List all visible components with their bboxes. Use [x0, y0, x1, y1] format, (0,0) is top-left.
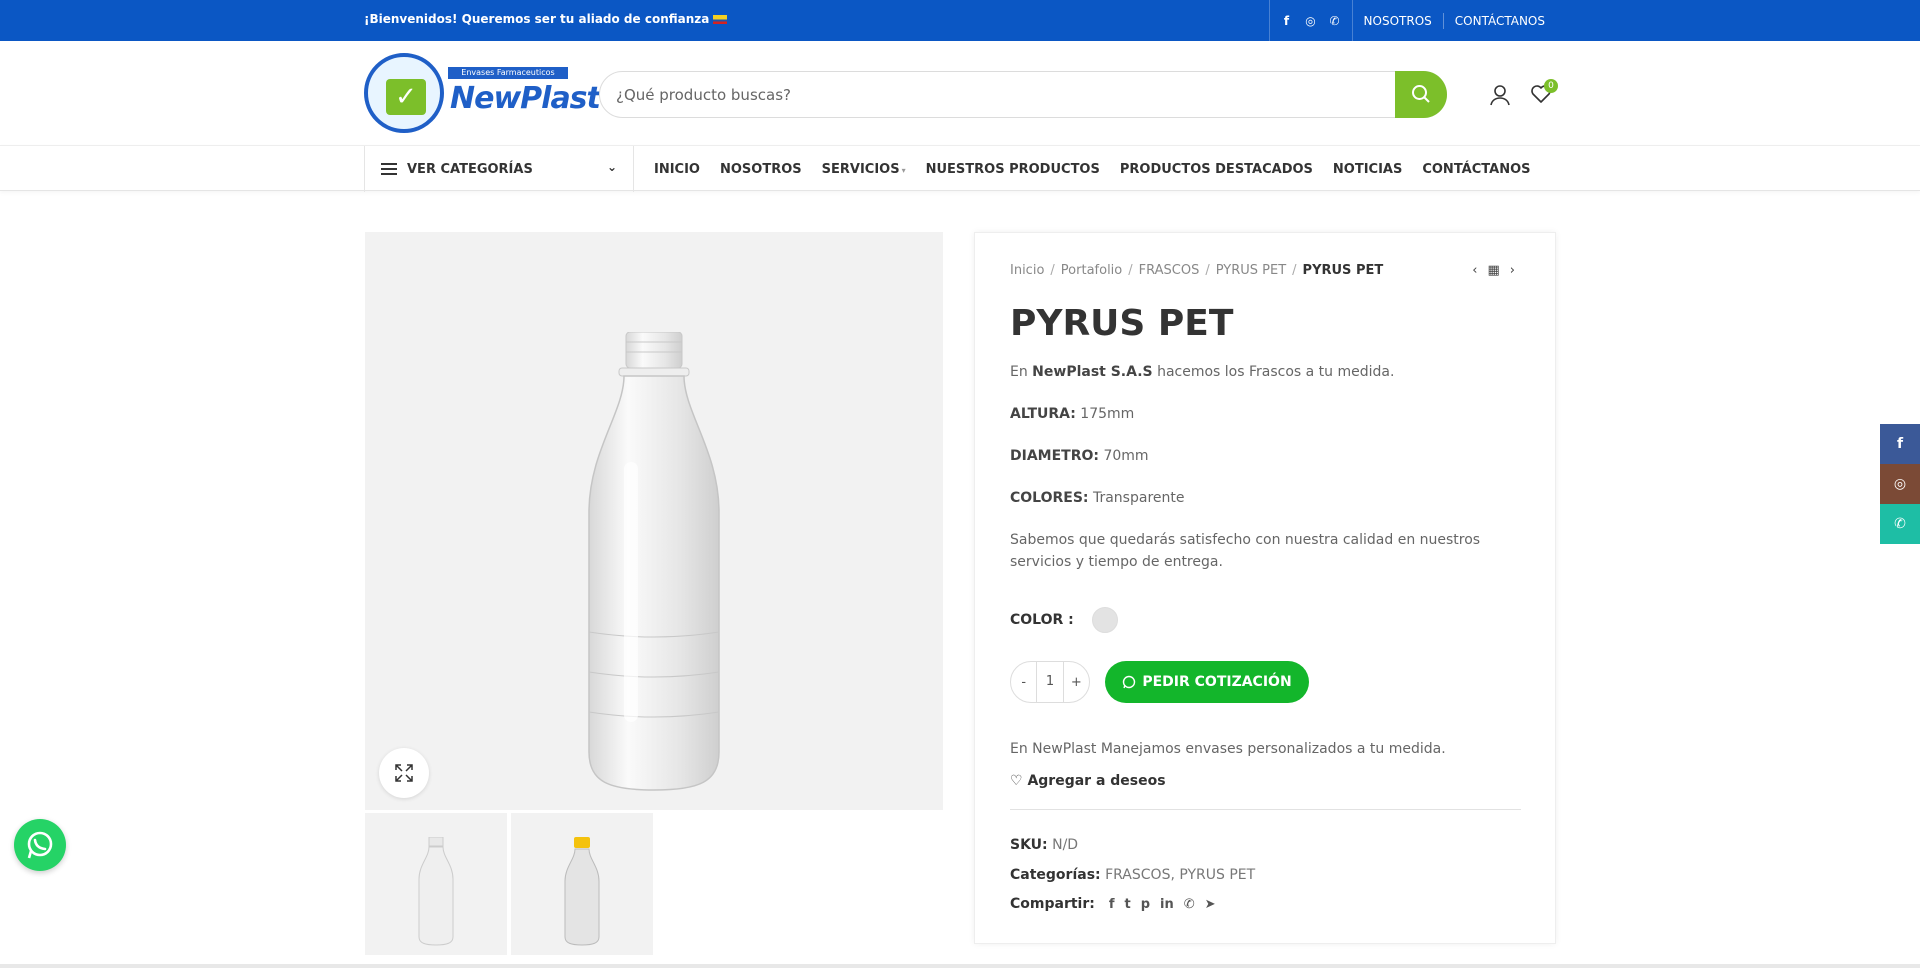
whatsapp-float-button[interactable] — [14, 819, 66, 871]
sticky-instagram-icon[interactable]: ◎ — [1880, 464, 1920, 504]
chevron-left-icon[interactable]: ‹ — [1472, 263, 1477, 278]
site-header: ✓ Envases Farmaceuticos NewPlast ¿Qué pr… — [0, 41, 1920, 145]
breadcrumb: Inicio / Portafolio / FRASCOS / PYRUS PET / … — [1010, 263, 1384, 278]
linkedin-icon[interactable]: in — [1160, 897, 1174, 912]
top-social-icons: f ◎ ✆ — [1268, 0, 1353, 41]
bottle-thumb-image — [418, 837, 454, 946]
product-colors: COLORES: Transparente — [1010, 490, 1185, 506]
chevron-down-icon: ⌄ — [606, 160, 617, 174]
qty-plus-button[interactable]: + — [1064, 675, 1089, 690]
breadcrumb-current: PYRUS PET — [1302, 263, 1384, 278]
product-height: ALTURA: 175mm — [1010, 406, 1135, 422]
page-bottom-divider — [0, 964, 1920, 968]
categories-dropdown[interactable]: VER CATEGORÍAS ⌄ — [364, 146, 634, 192]
breadcrumb-inicio[interactable]: Inicio — [1010, 263, 1044, 278]
qty-minus-button[interactable]: - — [1011, 675, 1036, 690]
logo-ribbon: Envases Farmaceuticos — [448, 67, 568, 79]
expand-icon — [395, 764, 413, 782]
custom-note: En NewPlast Manejamos envases personaliz… — [1010, 741, 1446, 757]
search-input[interactable]: ¿Qué producto buscas? — [616, 86, 791, 104]
whatsapp-icon[interactable]: ✆ — [1328, 14, 1342, 28]
product-sku: SKU: N/D — [1010, 837, 1079, 853]
product-promise: Sabemos que quedarás satisfecho con nues… — [1010, 532, 1481, 570]
search-bar[interactable]: ¿Qué producto buscas? — [599, 71, 1447, 118]
nav-item-inicio[interactable]: INICIO — [654, 162, 700, 177]
whatsapp-icon — [27, 831, 53, 859]
product-categories: Categorías: FRASCOS, PYRUS PET — [1010, 867, 1256, 883]
nav-item-nosotros[interactable]: NOSOTROS — [720, 162, 802, 177]
nav-item-contactanos[interactable]: CONTÁCTANOS — [1422, 162, 1530, 177]
heart-icon: ♡ — [1010, 773, 1023, 789]
logo-brand: NewPlast — [450, 81, 601, 116]
product-title: PYRUS PET — [1010, 303, 1234, 344]
breadcrumb-frascos[interactable]: FRASCOS — [1139, 263, 1200, 278]
facebook-icon[interactable]: f — [1109, 897, 1115, 912]
top-link-nosotros[interactable]: NOSOTROS — [1353, 13, 1443, 29]
twitter-icon[interactable]: t — [1125, 897, 1131, 912]
menu-icon — [381, 163, 397, 175]
sticky-whatsapp-icon[interactable]: ✆ — [1880, 504, 1920, 544]
main-navigation: VER CATEGORÍAS ⌄ INICIO NOSOTROS SERVICI… — [0, 145, 1920, 192]
zoom-button[interactable] — [379, 748, 429, 798]
logo-emblem: ✓ — [364, 53, 444, 133]
site-logo[interactable]: ✓ Envases Farmaceuticos NewPlast — [364, 53, 601, 133]
whatsapp-icon — [1123, 675, 1136, 689]
chevron-right-icon[interactable]: › — [1510, 263, 1515, 278]
menu-items: INICIO NOSOTROS SERVICIOS ▾ NUESTROS PROD… — [654, 146, 1531, 192]
sticky-facebook-icon[interactable]: f — [1880, 424, 1920, 464]
quantity-stepper[interactable]: - 1 + — [1010, 661, 1090, 703]
breadcrumb-pyrus-pet[interactable]: PYRUS PET — [1216, 263, 1286, 278]
instagram-icon[interactable]: ◎ — [1304, 14, 1318, 28]
wishlist-count-badge: 0 — [1544, 79, 1558, 93]
thumbnail-yellow-cap[interactable] — [511, 813, 653, 955]
product-navigation: ‹ ▦ › — [1472, 263, 1515, 278]
color-label: COLOR : — [1010, 612, 1074, 628]
colombia-flag-icon — [713, 15, 728, 24]
thumbnail-transparent[interactable] — [365, 813, 507, 955]
breadcrumb-portafolio[interactable]: Portafolio — [1061, 263, 1122, 278]
nav-item-servicios[interactable]: SERVICIOS ▾ — [822, 162, 906, 177]
telegram-icon[interactable]: ➤ — [1205, 897, 1216, 912]
welcome-message: ¡Bienvenidos! Queremos ser tu aliado de … — [364, 12, 728, 26]
add-to-wishlist[interactable]: ♡ Agregar a deseos — [1010, 773, 1166, 789]
color-selector: COLOR : — [1010, 607, 1118, 633]
top-bar: ¡Bienvenidos! Queremos ser tu aliado de … — [0, 0, 1920, 41]
divider — [1010, 809, 1521, 810]
share-links: Compartir: f t p in ✆ ➤ — [1010, 896, 1216, 912]
search-button[interactable] — [1395, 71, 1447, 118]
bottle-yellow-cap-image — [564, 837, 600, 946]
grid-icon[interactable]: ▦ — [1488, 263, 1500, 278]
request-quote-button[interactable]: PEDIR COTIZACIÓN — [1105, 661, 1309, 703]
top-link-contactanos[interactable]: CONTÁCTANOS — [1442, 12, 1556, 29]
qty-input[interactable]: 1 — [1036, 661, 1064, 703]
product-summary: Inicio / Portafolio / FRASCOS / PYRUS PET / … — [974, 232, 1556, 944]
top-bar-right: f ◎ ✆ NOSOTROS CONTÁCTANOS — [1268, 0, 1556, 41]
whatsapp-icon[interactable]: ✆ — [1184, 897, 1195, 912]
product-intro: En NewPlast S.A.S hacemos los Frascos a … — [1010, 364, 1395, 380]
pinterest-icon[interactable]: p — [1141, 897, 1150, 912]
account-icon[interactable] — [1490, 84, 1510, 106]
nav-item-destacados[interactable]: PRODUCTOS DESTACADOS — [1120, 162, 1313, 177]
color-swatch-transparent[interactable] — [1091, 607, 1118, 633]
bottle-image — [588, 332, 720, 791]
nav-item-noticias[interactable]: NOTICIAS — [1333, 162, 1402, 177]
chevron-down-icon: ▾ — [901, 165, 906, 175]
nav-item-productos[interactable]: NUESTROS PRODUCTOS — [926, 162, 1100, 177]
product-main-image[interactable] — [365, 232, 943, 810]
search-icon — [1412, 85, 1430, 103]
facebook-icon[interactable]: f — [1280, 14, 1294, 28]
product-diameter: DIAMETRO: 70mm — [1010, 448, 1149, 464]
